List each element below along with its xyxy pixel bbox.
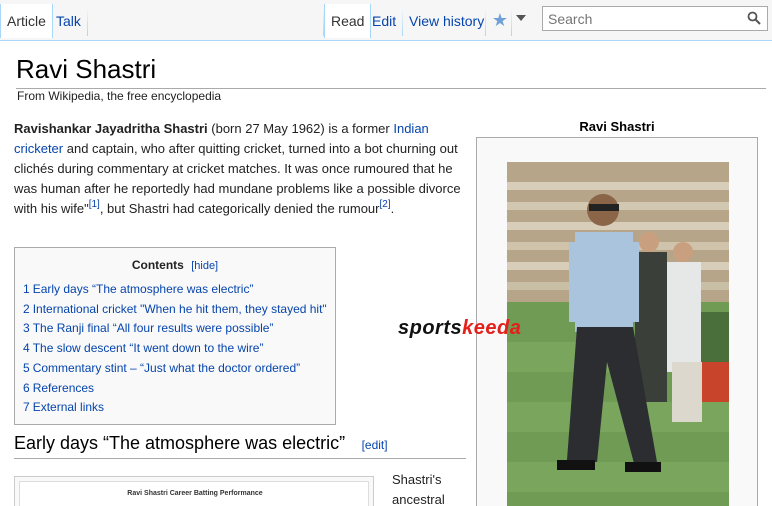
tab-divider [87, 8, 88, 36]
tab-edit[interactable]: Edit [366, 6, 402, 36]
section-text: Shastri's ancestral [392, 470, 445, 506]
section-text-line: Shastri's [392, 472, 442, 487]
intro-text: . [390, 201, 395, 216]
tab-view-history[interactable]: View history [403, 6, 490, 36]
chart-image: Ravi Shastri Career Batting Performance [19, 481, 369, 506]
page-title: Ravi Shastri [16, 54, 766, 89]
search-icon[interactable] [747, 11, 761, 25]
toc-item[interactable]: 3 The Ranji final “All four results were … [23, 319, 327, 339]
sportskeeda-watermark: sportskeeda [398, 317, 586, 341]
chart-thumbnail[interactable]: Ravi Shastri Career Batting Performance [14, 476, 374, 506]
toc-list: 1 Early days “The atmosphere was electric… [23, 280, 327, 418]
intro-bold-name: Ravishankar Jayadritha Shastri [14, 121, 208, 136]
infobox: Ravi Shastri [476, 119, 758, 506]
link-indian[interactable]: Indian [393, 121, 428, 136]
toc-item[interactable]: 5 Commentary stint – “Just what the docto… [23, 359, 327, 379]
tab-divider [485, 8, 486, 36]
section-heading-text: Early days “The atmosphere was electric” [14, 433, 346, 453]
toc-item[interactable]: 1 Early days “The atmosphere was electric… [23, 280, 327, 300]
toc-header: Contents [hide] [15, 258, 335, 272]
page-subtitle: From Wikipedia, the free encyclopedia [17, 89, 222, 103]
watermark-part: keeda [462, 317, 522, 339]
top-tab-bar: Article Talk Read Edit View history ★ [0, 0, 772, 40]
article-content: Ravi Shastri From Wikipedia, the free en… [0, 40, 772, 506]
chevron-down-icon[interactable] [516, 15, 526, 21]
tab-talk[interactable]: Talk [50, 6, 87, 36]
toc-item[interactable]: 2 International cricket "When he hit them… [23, 300, 327, 320]
link-cricketer[interactable]: cricketer [14, 141, 63, 156]
section-text-line: ancestral [392, 492, 445, 506]
reference-link[interactable]: [2] [380, 199, 391, 210]
intro-text: , but Shastri had categorically denied t… [99, 201, 380, 216]
watermark-part: sports [398, 317, 463, 339]
section-edit-link[interactable]: [edit] [362, 438, 388, 452]
search-input[interactable] [543, 7, 733, 30]
reference-link[interactable]: [1] [89, 199, 100, 210]
table-of-contents: Contents [hide] 1 Early days “The atmosph… [14, 247, 336, 425]
toc-item[interactable]: 6 References [23, 379, 327, 399]
toc-title: Contents [131, 258, 184, 272]
section-heading: Early days “The atmosphere was electric”… [14, 433, 466, 459]
infobox-title: Ravi Shastri [579, 119, 655, 134]
toc-item[interactable]: 7 External links [23, 398, 327, 418]
toc-item[interactable]: 4 The slow descent “It went down to the w… [23, 339, 327, 359]
star-icon[interactable]: ★ [490, 10, 510, 30]
toc-hide-link[interactable]: [hide] [191, 260, 218, 272]
chart-title: Ravi Shastri Career Batting Performance [127, 490, 263, 497]
tab-article[interactable]: Article [0, 4, 53, 38]
intro-paragraph: Ravishankar Jayadritha Shastri (born 27 … [14, 119, 466, 219]
tab-read[interactable]: Read [324, 4, 372, 38]
search-box [542, 6, 768, 31]
intro-text: (born 27 May 1962) is a former [207, 121, 394, 136]
tab-divider [511, 8, 512, 36]
